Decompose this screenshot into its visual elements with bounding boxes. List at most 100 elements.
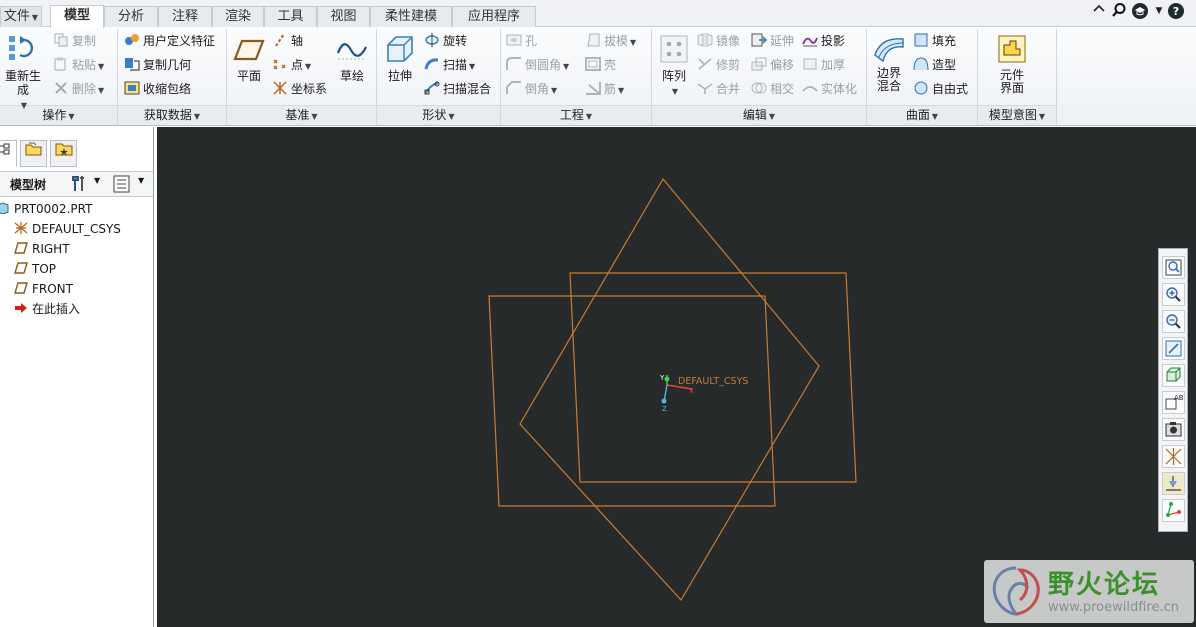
paste-button[interactable]: 粘贴 ▼ bbox=[53, 55, 104, 75]
tree-item-csys[interactable]: DEFAULT_CSYS bbox=[14, 219, 121, 239]
pattern-button[interactable]: 阵列 ▼ bbox=[655, 33, 693, 99]
default-csys-marker[interactable]: X Y Z DEFAULT_CSYS bbox=[659, 374, 748, 413]
tree-settings-icon[interactable] bbox=[70, 174, 90, 197]
tab-render[interactable]: 渲染 bbox=[212, 6, 264, 27]
display-style-button[interactable] bbox=[1162, 418, 1185, 441]
tab-analysis[interactable]: 分析 bbox=[104, 6, 158, 27]
help-dropdown-icon[interactable]: ▼ bbox=[1150, 2, 1168, 20]
tab-flexible-modeling[interactable]: 柔性建模 bbox=[370, 6, 452, 27]
zoom-in-button[interactable] bbox=[1162, 283, 1185, 306]
group-get-data-label[interactable]: 获取数据 ▼ bbox=[118, 106, 226, 124]
tab-tools[interactable]: 工具 bbox=[264, 6, 317, 27]
intersect-button[interactable]: 相交 bbox=[751, 79, 794, 99]
axis-button[interactable]: 轴 bbox=[272, 31, 303, 51]
mirror-button[interactable]: 镜像 bbox=[697, 31, 740, 51]
boundary-blend-button[interactable]: 边界混合 bbox=[870, 33, 908, 93]
view-manager-button[interactable]: AB bbox=[1162, 391, 1185, 414]
collapse-ribbon-icon[interactable] bbox=[1090, 2, 1108, 20]
paste-label: 粘贴 bbox=[72, 58, 97, 72]
point-button[interactable]: 点 ▼ bbox=[272, 55, 311, 75]
offset-button[interactable]: 偏移 bbox=[751, 55, 794, 75]
datum-plane-front[interactable] bbox=[488, 295, 776, 507]
zoom-out-button[interactable] bbox=[1162, 310, 1185, 333]
freestyle-button[interactable]: 自由式 bbox=[913, 79, 968, 99]
tree-columns-icon[interactable] bbox=[113, 175, 131, 196]
tree-item-label: TOP bbox=[32, 262, 57, 276]
annotation-display-button[interactable] bbox=[1162, 472, 1185, 495]
style-button[interactable]: 造型 bbox=[913, 55, 956, 75]
file-menu-tab[interactable]: 文件 ▼ bbox=[0, 6, 42, 27]
swept-blend-button[interactable]: 扫描混合 bbox=[424, 79, 491, 99]
refit-button[interactable] bbox=[1162, 256, 1185, 279]
tree-item-right[interactable]: RIGHT bbox=[14, 239, 70, 259]
offset-label: 偏移 bbox=[770, 58, 795, 72]
tree-item-label: 在此插入 bbox=[32, 302, 81, 316]
rib-button[interactable]: 筋 ▼ bbox=[585, 79, 624, 99]
group-engineering-label[interactable]: 工程 ▼ bbox=[501, 106, 651, 124]
trim-button[interactable]: 修剪 bbox=[697, 55, 740, 75]
merge-button[interactable]: 合并 bbox=[697, 79, 740, 99]
revolve-button[interactable]: 旋转 bbox=[424, 31, 467, 51]
folder-browser-tab[interactable] bbox=[20, 140, 47, 167]
navigator-panel: 模型树 ▼ ▼ PRT0002.PRT DEFAULT_CSYS RIGHT T… bbox=[0, 127, 154, 627]
group-shapes-label[interactable]: 形状 ▼ bbox=[377, 106, 500, 124]
solidify-button[interactable]: 实体化 bbox=[802, 79, 857, 99]
project-button[interactable]: 投影 bbox=[802, 31, 845, 51]
tree-item-top[interactable]: TOP bbox=[14, 259, 56, 279]
delete-button[interactable]: 删除 ▼ bbox=[53, 79, 104, 99]
shrinkwrap-button[interactable]: 收缩包络 bbox=[124, 79, 191, 99]
thicken-button[interactable]: 加厚 bbox=[802, 55, 845, 75]
tab-label: 工具 bbox=[277, 9, 304, 24]
tab-model[interactable]: 模型 bbox=[50, 5, 104, 28]
tab-label: 模型 bbox=[63, 8, 90, 23]
copy-geometry-button[interactable]: 复制几何 bbox=[124, 55, 191, 75]
graphics-window[interactable]: X Y Z DEFAULT_CSYS bbox=[157, 127, 1196, 627]
saved-orientations-button[interactable] bbox=[1162, 364, 1185, 387]
model-tree-tab[interactable] bbox=[0, 140, 17, 167]
favorites-tab[interactable] bbox=[50, 140, 77, 167]
repaint-button[interactable] bbox=[1162, 337, 1185, 360]
search-icon[interactable] bbox=[1110, 2, 1128, 20]
csys-display-button[interactable] bbox=[1162, 499, 1185, 522]
shrinkwrap-icon bbox=[124, 81, 140, 95]
shell-button[interactable]: 壳 bbox=[585, 55, 616, 75]
group-surfaces-label[interactable]: 曲面 ▼ bbox=[867, 106, 977, 124]
datum-plane-right[interactable] bbox=[519, 177, 820, 602]
group-operations-label[interactable]: 操作 ▼ bbox=[0, 106, 117, 124]
sweep-button[interactable]: 扫描 ▼ bbox=[424, 55, 475, 75]
tab-annotate[interactable]: 注释 bbox=[158, 6, 212, 27]
tab-view[interactable]: 视图 bbox=[317, 6, 370, 27]
help-icon[interactable]: ? bbox=[1167, 2, 1185, 20]
csys-button[interactable]: 坐标系 bbox=[272, 79, 327, 99]
tree-item-part[interactable]: PRT0002.PRT bbox=[0, 199, 92, 219]
copy-button[interactable]: 复制 bbox=[53, 31, 96, 51]
group-datum-label[interactable]: 基准 ▼ bbox=[227, 106, 376, 124]
udf-button[interactable]: 用户定义特征 bbox=[124, 31, 215, 51]
copy-geometry-icon bbox=[125, 58, 140, 71]
regenerate-label: 重新生成 bbox=[4, 69, 41, 97]
datum-plane-button[interactable]: 平面 bbox=[230, 35, 268, 83]
regenerate-button[interactable]: 重新生成 ▼ bbox=[0, 33, 46, 113]
refit-icon bbox=[1165, 259, 1182, 276]
tab-applications[interactable]: 应用程序 bbox=[452, 6, 536, 27]
draft-button[interactable]: 拔模 ▼ bbox=[585, 31, 636, 51]
help-center-icon[interactable] bbox=[1131, 2, 1149, 20]
model-tree-tab-icon bbox=[0, 143, 9, 155]
component-interface-button[interactable]: 元件界面 bbox=[994, 33, 1030, 95]
round-button[interactable]: 倒圆角 ▼ bbox=[506, 55, 569, 75]
group-editing-label[interactable]: 编辑 ▼ bbox=[652, 106, 866, 124]
datum-plane-icon bbox=[14, 242, 28, 254]
tree-settings-dropdown-icon[interactable]: ▼ bbox=[94, 176, 100, 185]
fill-button[interactable]: 填充 bbox=[913, 31, 956, 51]
extend-button[interactable]: 延伸 bbox=[751, 31, 794, 51]
tree-item-front[interactable]: FRONT bbox=[14, 279, 73, 299]
tree-columns-dropdown-icon[interactable]: ▼ bbox=[138, 176, 144, 185]
group-model-intent-label[interactable]: 模型意图 ▼ bbox=[978, 106, 1056, 124]
axis-label: 轴 bbox=[291, 34, 304, 48]
extrude-button[interactable]: 拉伸 bbox=[381, 33, 419, 83]
datum-display-button[interactable] bbox=[1162, 445, 1185, 468]
tree-item-insert-here[interactable]: 在此插入 bbox=[14, 299, 80, 319]
chamfer-button[interactable]: 倒角 ▼ bbox=[506, 79, 557, 99]
sketch-button[interactable]: 草绘 bbox=[333, 35, 371, 83]
hole-button[interactable]: 孔 bbox=[506, 31, 537, 51]
